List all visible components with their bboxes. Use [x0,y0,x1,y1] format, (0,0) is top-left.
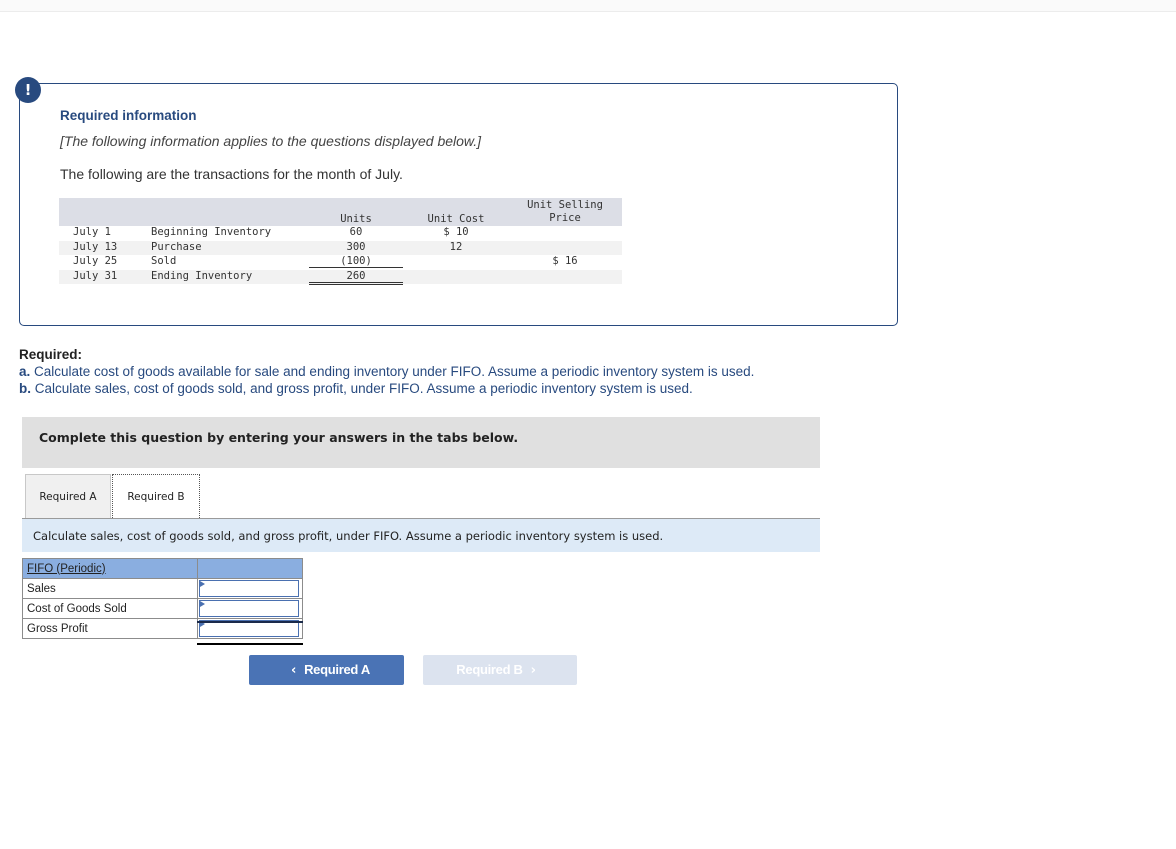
required-a-label: a. [19,364,31,379]
tab-required-b[interactable]: Required B [112,474,200,518]
required-b-text: Calculate sales, cost of goods sold, and… [31,381,693,396]
table-row: July 1 Beginning Inventory 60 $ 10 [59,226,622,241]
prev-required-a-button[interactable]: ‹ Required A [249,655,404,685]
table-header: Units Unit Cost Unit Selling Price [59,198,622,226]
chevron-right-icon: › [530,663,536,678]
gross-profit-input[interactable] [199,620,299,637]
cost-of-goods-sold-input[interactable] [199,600,299,617]
row-description: Sold [151,255,177,267]
header-unit-cost: Unit Cost [427,213,485,225]
chevron-left-icon: ‹ [291,663,297,678]
row-description: Ending Inventory [151,269,253,282]
required-section: Required: a. Calculate cost of goods ava… [19,346,754,397]
complete-instructions-bar: Complete this question by entering your … [22,417,820,468]
input-flag-icon [200,581,205,587]
tab-instruction-text: Calculate sales, cost of goods sold, and… [33,529,664,543]
sales-input[interactable] [199,580,299,597]
answer-row-label: Cost of Goods Sold [22,598,198,619]
required-b-label: b. [19,381,31,396]
row-units: 260 [309,270,403,285]
row-unit-cost: $ 10 [443,226,469,238]
info-note: [The following information applies to th… [60,133,482,149]
answer-table: FIFO (Periodic) Sales Cost of Goods Sold… [22,558,303,639]
header-unit-selling-price-line1: Unit Selling [527,199,603,211]
prev-button-label: Required A [304,662,370,677]
answer-row-value [197,578,303,599]
total-rule [197,643,303,645]
table-row: July 25 Sold (100) $ 16 [59,255,622,270]
tab-instruction-bar: Calculate sales, cost of goods sold, and… [22,519,820,552]
info-title: Required information [60,108,197,123]
row-description: Purchase [151,240,202,253]
answer-header-value [197,558,303,579]
complete-instructions-text: Complete this question by entering your … [39,430,519,445]
required-a: a. Calculate cost of goods available for… [19,363,754,380]
answer-row-label: Gross Profit [22,618,198,639]
header-units: Units [340,213,372,225]
required-title: Required: [19,347,83,362]
next-button-label: Required B [456,662,523,677]
required-a-text: Calculate cost of goods available for sa… [30,364,755,379]
top-bar [0,0,1176,12]
next-required-b-button[interactable]: Required B › [423,655,577,685]
required-b: b. Calculate sales, cost of goods sold, … [19,380,754,397]
info-intro: The following are the transactions for t… [60,166,403,182]
header-unit-selling-price: Unit Selling Price [519,199,611,225]
row-date: July 31 [73,269,118,282]
row-date: July 25 [73,255,118,267]
row-units: (100) [309,255,403,268]
answer-row-sales: Sales [22,578,303,599]
input-flag-icon [200,601,205,607]
row-unit-cost: 12 [449,240,463,253]
row-units: 60 [349,226,363,238]
row-date: July 13 [73,240,118,253]
answer-row-value [197,598,303,619]
alert-icon: ! [15,77,41,103]
row-date: July 1 [73,226,111,238]
answer-header-label: FIFO (Periodic) [22,558,198,579]
row-description: Beginning Inventory [151,226,272,238]
header-unit-selling-price-line2: Price [549,212,581,224]
answer-table-header: FIFO (Periodic) [22,558,303,579]
answer-row-label: Sales [22,578,198,599]
table-row: July 31 Ending Inventory 260 [59,269,622,285]
answer-row-cogs: Cost of Goods Sold [22,598,303,619]
row-unit-price: $ 16 [552,255,578,267]
row-units: 300 [346,240,366,253]
table-row: July 13 Purchase 300 12 [59,240,622,255]
subtotal-rule [197,621,303,623]
transactions-table: Units Unit Cost Unit Selling Price July … [59,198,622,285]
tab-required-a[interactable]: Required A [25,474,111,518]
fifo-periodic-link[interactable]: FIFO (Periodic) [27,563,106,575]
